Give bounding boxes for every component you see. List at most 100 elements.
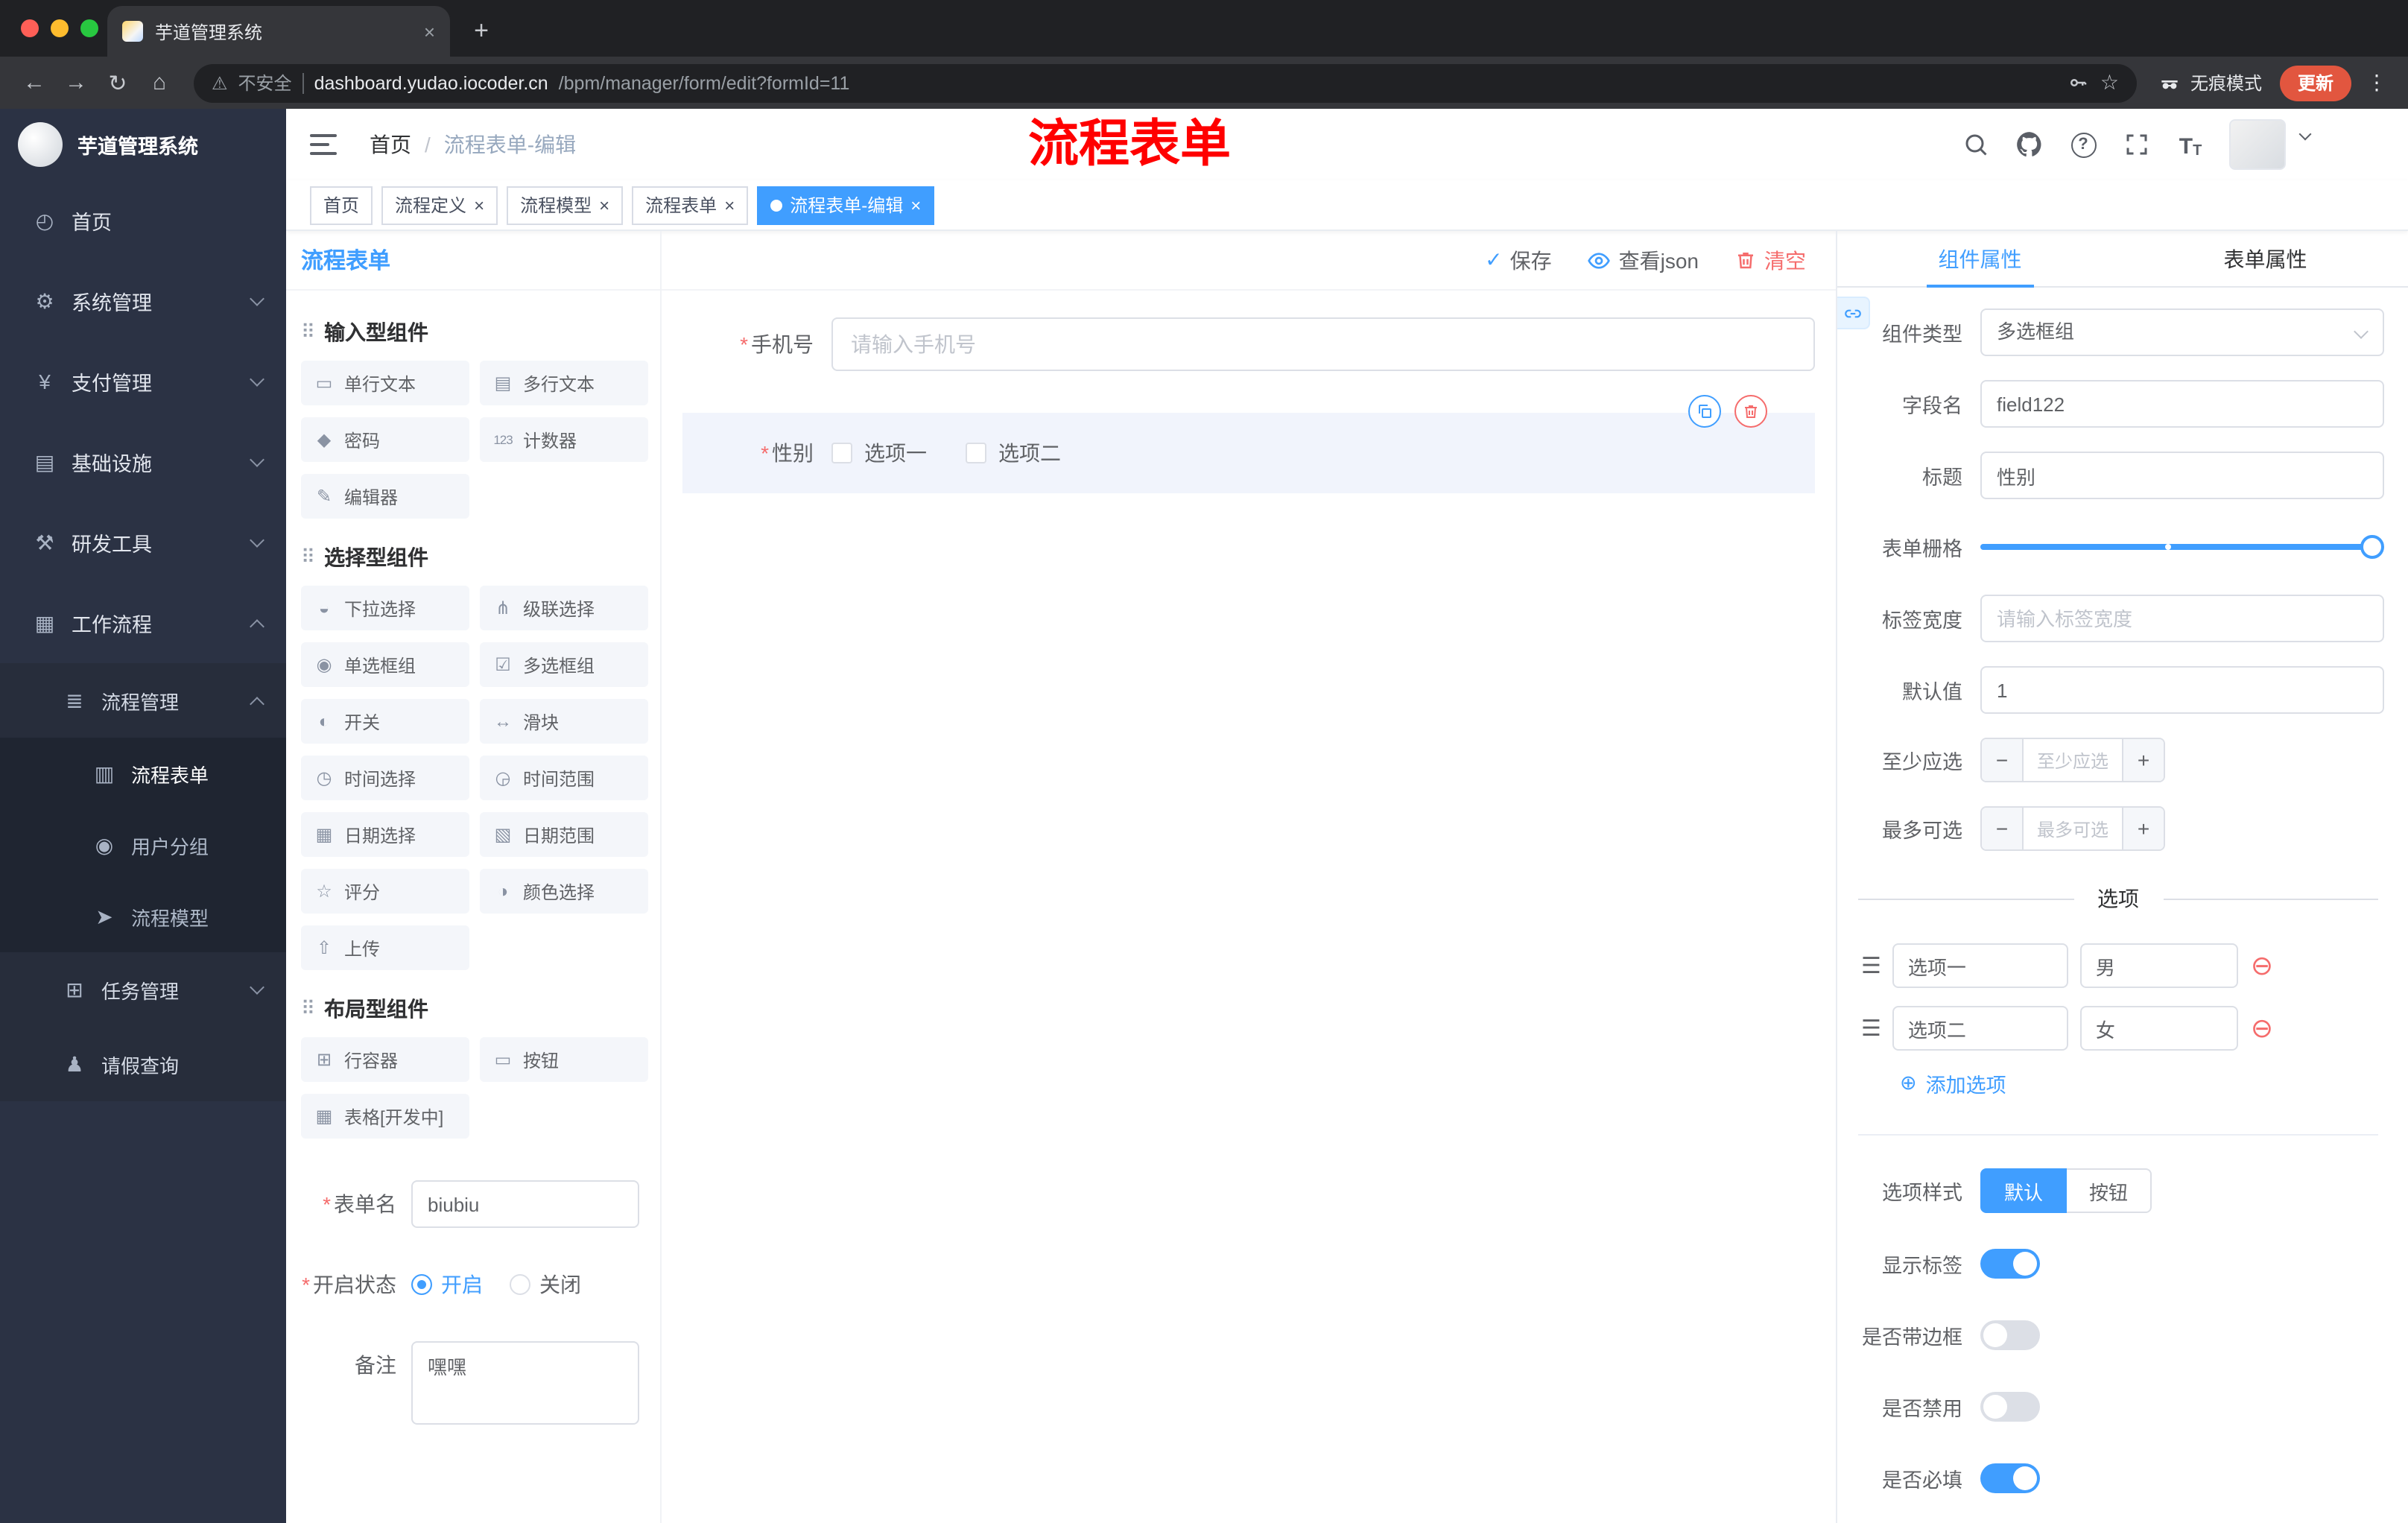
sidebar-item-user-group[interactable]: ◉ 用户分组 (0, 809, 286, 881)
palette-item-date-picker[interactable]: ▦ 日期选择 (301, 812, 469, 857)
palette-item-select[interactable]: ◒ 下拉选择 (301, 586, 469, 630)
checkbox[interactable] (831, 443, 852, 463)
search-icon[interactable] (1961, 130, 1991, 159)
link-icon[interactable] (1837, 297, 1870, 329)
font-size-icon[interactable]: TT (2176, 130, 2205, 159)
gender-option-2[interactable]: 选项二 (966, 438, 1061, 468)
sidebar-item-home[interactable]: ◴ 首页 (0, 180, 286, 261)
label-width-input[interactable] (1980, 595, 2384, 642)
form-remark-textarea[interactable]: 嘿嘿 (411, 1341, 639, 1425)
status-radio-off[interactable]: 关闭 (510, 1261, 581, 1308)
palette-item-time-picker[interactable]: ◷ 时间选择 (301, 756, 469, 800)
avatar-caret-icon[interactable] (2298, 127, 2312, 141)
palette-item-button[interactable]: ▭ 按钮 (480, 1037, 648, 1082)
tag-home[interactable]: 首页 (310, 186, 373, 224)
palette-item-color-picker[interactable]: ◑ 颜色选择 (480, 869, 648, 914)
tab-component-props[interactable]: 组件属性 (1837, 231, 2123, 288)
stepper-placeholder[interactable]: 至少应选 (2024, 739, 2122, 781)
breadcrumb-home[interactable]: 首页 (370, 130, 411, 159)
copy-component-button[interactable] (1688, 395, 1721, 428)
form-name-input[interactable] (411, 1180, 639, 1228)
browser-menu-icon[interactable]: ⋮ (2366, 70, 2387, 95)
palette-item-radio-group[interactable]: ◉ 单选框组 (301, 642, 469, 687)
required-toggle[interactable] (1980, 1463, 2040, 1493)
add-option-button[interactable]: ⊕ 添加选项 (1900, 1068, 2384, 1098)
stepper-placeholder[interactable]: 最多可选 (2024, 808, 2122, 849)
bookmark-star-icon[interactable]: ☆ (2100, 70, 2119, 95)
palette-item-checkbox-group[interactable]: ☑ 多选框组 (480, 642, 648, 687)
tag-process-model[interactable]: 流程模型 × (507, 186, 624, 224)
drag-handle-icon[interactable]: ☰ (1861, 1015, 1881, 1042)
sidebar-item-devtools[interactable]: ⚒ 研发工具 (0, 502, 286, 583)
grid-slider[interactable] (1980, 535, 2384, 559)
tag-close-icon[interactable]: × (474, 196, 484, 214)
component-type-select[interactable]: 多选框组 (1980, 308, 2384, 356)
key-icon[interactable] (2068, 72, 2090, 94)
palette-item-password[interactable]: ◆ 密码 (301, 417, 469, 462)
title-input[interactable] (1980, 452, 2384, 499)
gender-option-1[interactable]: 选项一 (831, 438, 927, 468)
window-close-button[interactable] (21, 19, 39, 37)
style-default-button[interactable]: 默认 (1980, 1168, 2068, 1213)
option-label-input[interactable] (1892, 1006, 2069, 1051)
sidebar-item-system[interactable]: ⚙ 系统管理 (0, 261, 286, 341)
fullscreen-icon[interactable] (2122, 130, 2152, 159)
new-tab-button[interactable]: + (462, 12, 501, 51)
disabled-toggle[interactable] (1980, 1392, 2040, 1422)
update-button[interactable]: 更新 (2279, 65, 2351, 101)
phone-input[interactable] (831, 317, 1815, 371)
field-name-input[interactable] (1980, 380, 2384, 428)
status-radio-on[interactable]: 开启 (411, 1261, 483, 1308)
palette-item-rate[interactable]: ☆ 评分 (301, 869, 469, 914)
help-icon[interactable]: ? (2068, 130, 2098, 159)
drag-handle-icon[interactable]: ☰ (1861, 952, 1881, 979)
stepper-decrease-button[interactable]: − (1982, 739, 2024, 781)
remove-option-icon[interactable]: ⊖ (2251, 952, 2273, 979)
sidebar-item-process-mgmt[interactable]: ≣ 流程管理 (0, 663, 286, 738)
slider-handle[interactable] (2360, 535, 2384, 559)
tag-close-icon[interactable]: × (724, 196, 735, 214)
view-json-button[interactable]: 查看json (1588, 245, 1699, 275)
back-icon[interactable]: ← (15, 63, 54, 102)
sidebar-item-workflow[interactable]: ▦ 工作流程 (0, 583, 286, 663)
palette-item-table[interactable]: ▦ 表格[开发中] (301, 1094, 469, 1139)
save-button[interactable]: ✓ 保存 (1485, 245, 1551, 275)
stepper-increase-button[interactable]: + (2122, 808, 2164, 849)
palette-item-editor[interactable]: ✎ 编辑器 (301, 474, 469, 519)
delete-component-button[interactable] (1734, 395, 1767, 428)
sidebar-item-payment[interactable]: ¥ 支付管理 (0, 341, 286, 422)
tag-close-icon[interactable]: × (910, 196, 921, 214)
hamburger-icon[interactable] (310, 134, 337, 155)
sidebar-item-task-mgmt[interactable]: ⊞ 任务管理 (0, 952, 286, 1027)
palette-item-upload[interactable]: ⇧ 上传 (301, 925, 469, 970)
sidebar-item-leave-query[interactable]: ♟ 请假查询 (0, 1027, 286, 1101)
sidebar-item-process-model[interactable]: ➤ 流程模型 (0, 881, 286, 952)
browser-tab[interactable]: 芋道管理系统 × (107, 6, 450, 57)
palette-item-multi-text[interactable]: ▤ 多行文本 (480, 361, 648, 405)
option-label-input[interactable] (1892, 943, 2069, 988)
checkbox[interactable] (966, 443, 986, 463)
stepper-decrease-button[interactable]: − (1982, 808, 2024, 849)
forward-icon[interactable]: → (57, 63, 95, 102)
option-value-input[interactable] (2080, 943, 2239, 988)
address-bar[interactable]: ⚠ 不安全 dashboard.yudao.iocoder.cn /bpm/ma… (194, 63, 2137, 102)
sidebar-item-process-form[interactable]: ▥ 流程表单 (0, 738, 286, 809)
palette-item-single-text[interactable]: ▭ 单行文本 (301, 361, 469, 405)
github-icon[interactable] (2015, 130, 2044, 159)
palette-item-row-container[interactable]: ⊞ 行容器 (301, 1037, 469, 1082)
border-toggle[interactable] (1980, 1320, 2040, 1350)
tag-close-icon[interactable]: × (599, 196, 609, 214)
option-value-input[interactable] (2080, 1006, 2239, 1051)
palette-item-slider[interactable]: ↔ 滑块 (480, 699, 648, 744)
stepper-increase-button[interactable]: + (2122, 739, 2164, 781)
default-value-input[interactable] (1980, 666, 2384, 714)
clear-button[interactable]: 清空 (1734, 245, 1806, 275)
palette-item-date-range[interactable]: ▧ 日期范围 (480, 812, 648, 857)
tag-process-definition[interactable]: 流程定义 × (381, 186, 498, 224)
window-minimize-button[interactable] (51, 19, 69, 37)
window-maximize-button[interactable] (80, 19, 98, 37)
palette-item-counter[interactable]: 123 计数器 (480, 417, 648, 462)
field-gender-selected[interactable]: * 性别 选项一 选项二 (682, 395, 1815, 493)
tag-process-form-edit[interactable]: 流程表单-编辑 × (757, 186, 935, 224)
palette-item-switch[interactable]: ◐ 开关 (301, 699, 469, 744)
